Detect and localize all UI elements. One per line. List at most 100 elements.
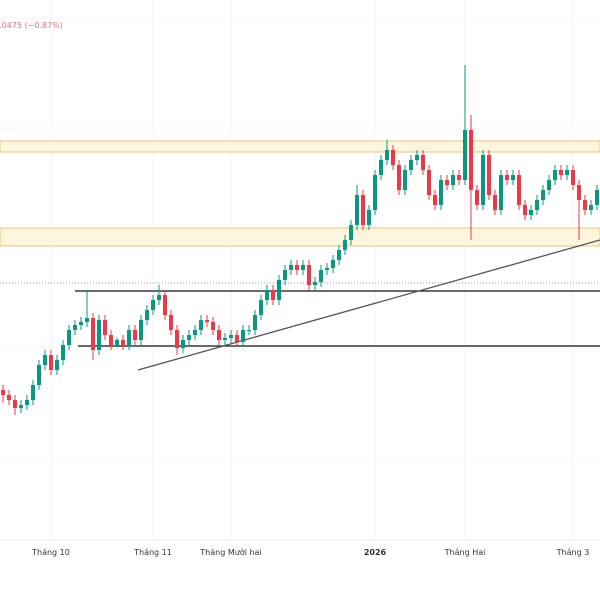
candle-up xyxy=(481,155,485,205)
candle-down xyxy=(175,330,179,348)
candle-up xyxy=(229,335,233,338)
candle-up xyxy=(439,180,443,205)
candle-up xyxy=(73,325,77,330)
candle-up xyxy=(415,155,419,160)
candle-up xyxy=(355,195,359,225)
candle-down xyxy=(109,335,113,345)
candle-up xyxy=(223,338,227,340)
candle-up xyxy=(61,345,65,360)
candle-up xyxy=(277,280,281,300)
candle-down xyxy=(7,395,11,400)
candle-down xyxy=(559,170,563,175)
trendline[interactable] xyxy=(137,239,600,371)
candle-up xyxy=(463,130,467,180)
candle-up xyxy=(409,160,413,170)
candle-up xyxy=(541,190,545,200)
candle-up xyxy=(37,365,41,385)
candle-up xyxy=(193,330,197,335)
candlestick-chart[interactable]: Tháng 10 Tháng 11 Tháng Mười hai 2026 Tháng … xyxy=(0,0,600,600)
candle-up xyxy=(247,330,251,331)
candle-up xyxy=(97,320,101,350)
candle-down xyxy=(163,295,167,315)
candle-down xyxy=(121,340,125,345)
x-tick-label: Tháng Mười hai xyxy=(199,547,261,557)
candle-down xyxy=(295,265,299,270)
candle-down xyxy=(91,318,95,350)
candle-down xyxy=(211,322,215,330)
candle-up xyxy=(565,170,569,175)
candle-down xyxy=(571,170,575,185)
candle-down xyxy=(577,185,581,200)
candle-up xyxy=(331,260,335,268)
candle-up xyxy=(547,180,551,190)
candle-down xyxy=(235,335,239,342)
candle-up xyxy=(403,170,407,190)
candle-up xyxy=(259,300,263,315)
candle-up xyxy=(283,270,287,280)
candle-down xyxy=(169,315,173,330)
candle-down xyxy=(361,195,365,225)
candle-up xyxy=(589,205,593,210)
candle-up xyxy=(253,315,257,330)
candle-up xyxy=(385,150,389,160)
candle-up xyxy=(85,318,89,322)
grid xyxy=(0,0,600,540)
candle-down xyxy=(517,175,521,205)
candle-up xyxy=(325,268,329,270)
candle-up xyxy=(337,250,341,260)
candle-up xyxy=(151,300,155,310)
candle-up xyxy=(265,290,269,300)
candle-up xyxy=(301,265,305,270)
candle-down xyxy=(133,330,137,340)
price-zone[interactable] xyxy=(0,140,600,153)
candle-up xyxy=(529,210,533,215)
candle-up xyxy=(43,355,47,365)
candle-up xyxy=(127,330,131,345)
candle-down xyxy=(217,330,221,340)
candle-down xyxy=(13,400,17,408)
price-change-readout: 0.0475 (−0.87%) xyxy=(0,21,63,30)
candle-up xyxy=(181,340,185,348)
x-tick-label: Tháng 11 xyxy=(133,548,172,557)
candle-up xyxy=(241,330,245,342)
candle-up xyxy=(115,340,119,345)
time-axis[interactable]: Tháng 10 Tháng 11 Tháng Mười hai 2026 Tháng … xyxy=(31,547,589,557)
candle-up xyxy=(187,335,191,340)
candle-up xyxy=(319,270,323,282)
candle-down xyxy=(271,290,275,300)
drawn-lines xyxy=(0,239,600,371)
candle-down xyxy=(391,150,395,165)
candle-up xyxy=(511,175,515,180)
candle-down xyxy=(49,355,53,370)
x-tick-label: Tháng Hai xyxy=(444,548,486,557)
candle-down xyxy=(103,320,107,335)
candle-up xyxy=(31,385,35,400)
candle-down xyxy=(583,200,587,210)
candle-up xyxy=(451,175,455,185)
candle-up xyxy=(157,295,161,300)
candle-up xyxy=(553,170,557,180)
candle-up xyxy=(25,400,29,405)
candle-up xyxy=(289,265,293,270)
candle-up xyxy=(379,160,383,175)
candle-up xyxy=(79,322,83,325)
candle-down xyxy=(427,170,431,195)
candle-up xyxy=(367,210,371,225)
candle-down xyxy=(307,265,311,285)
candle-up xyxy=(373,175,377,210)
candle-down xyxy=(433,195,437,205)
candle-up xyxy=(535,200,539,210)
candle-down xyxy=(1,390,5,395)
support-resistance-zones xyxy=(0,140,600,247)
candle-up xyxy=(19,405,23,408)
candle-down xyxy=(469,130,473,190)
candle-down xyxy=(493,195,497,210)
candle-down xyxy=(445,180,449,185)
candle-up xyxy=(145,310,149,320)
price-zone[interactable] xyxy=(0,227,600,247)
candle-up xyxy=(199,320,203,330)
candle-down xyxy=(523,205,527,215)
x-tick-label: 2026 xyxy=(364,548,387,557)
x-tick-label: Tháng 3 xyxy=(556,548,590,557)
candle-down xyxy=(205,320,209,322)
